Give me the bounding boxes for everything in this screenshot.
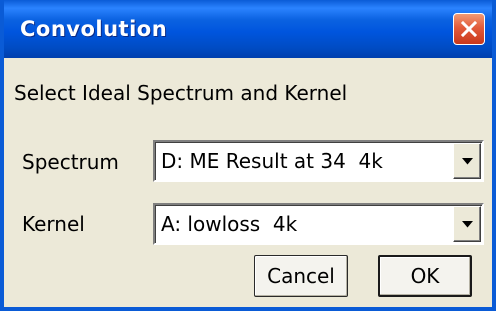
close-icon: [460, 20, 478, 38]
spectrum-label: Spectrum: [22, 150, 119, 174]
spectrum-dropdown-button[interactable]: [453, 143, 481, 179]
instruction-text: Select Ideal Spectrum and Kernel: [14, 81, 348, 105]
title-bar[interactable]: Convolution: [4, 0, 492, 58]
kernel-select[interactable]: A: lowloss 4k: [153, 203, 484, 245]
window-title: Convolution: [20, 17, 168, 41]
spectrum-selected-value: D: ME Result at 34 4k: [161, 149, 383, 173]
convolution-dialog: Convolution Select Ideal Spectrum and Ke…: [0, 0, 496, 311]
chevron-down-icon: [462, 221, 473, 228]
chevron-down-icon: [462, 158, 473, 165]
close-button[interactable]: [453, 13, 485, 45]
dialog-body: Select Ideal Spectrum and Kernel Spectru…: [4, 58, 492, 307]
kernel-dropdown-button[interactable]: [453, 206, 481, 242]
kernel-label: Kernel: [22, 212, 85, 236]
kernel-selected-value: A: lowloss 4k: [161, 212, 298, 236]
ok-button[interactable]: OK: [378, 255, 472, 297]
spectrum-select[interactable]: D: ME Result at 34 4k: [153, 140, 484, 182]
cancel-button[interactable]: Cancel: [254, 255, 348, 297]
